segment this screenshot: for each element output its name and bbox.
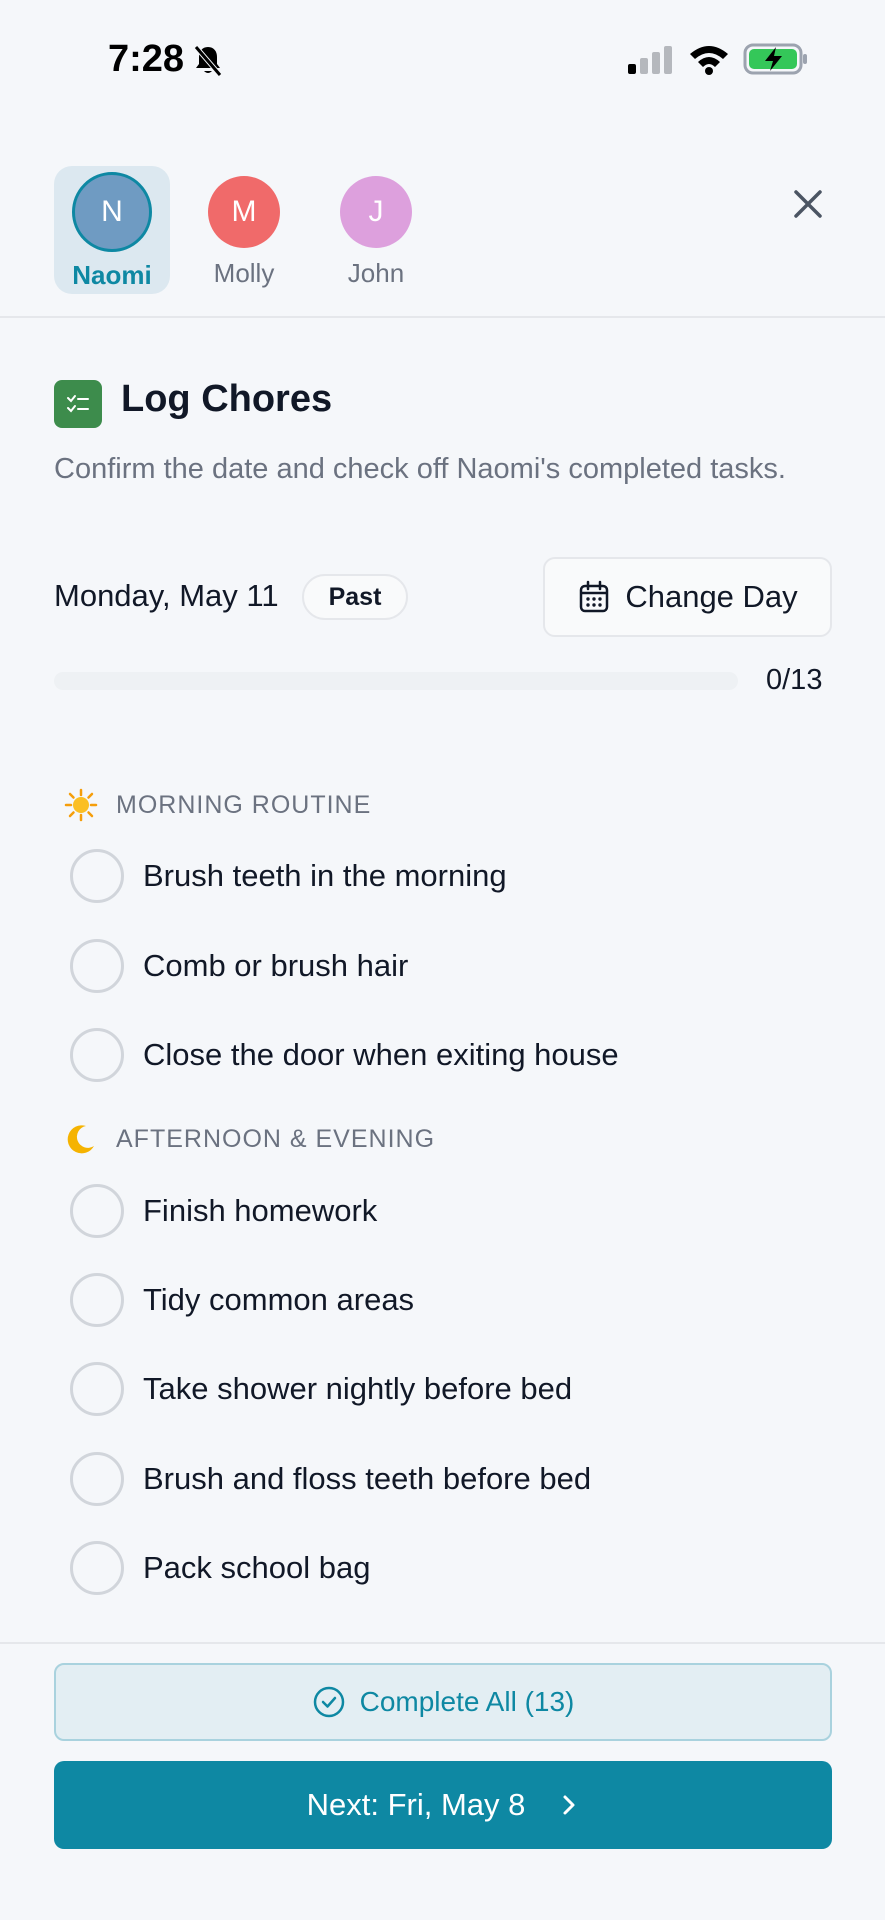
status-badge: Past xyxy=(302,574,408,620)
task-label: Tidy common areas xyxy=(143,1282,415,1317)
close-button[interactable] xyxy=(786,182,830,226)
battery-charging-icon xyxy=(743,42,809,81)
avatar: N xyxy=(72,172,152,252)
task-label: Brush and floss teeth before bed xyxy=(143,1461,592,1496)
change-day-label: Change Day xyxy=(625,579,798,614)
section-header-morning: MORNING ROUTINE xyxy=(64,785,371,825)
profile-switcher: N Naomi M Molly J John xyxy=(0,160,885,318)
avatar: M xyxy=(208,176,280,248)
complete-all-button[interactable]: Complete All (13) xyxy=(54,1663,832,1741)
page-title: Log Chores xyxy=(121,378,333,420)
cellular-signal-icon xyxy=(626,44,674,81)
task-label: Brush teeth in the morning xyxy=(143,858,507,893)
task-item[interactable]: Pack school bag xyxy=(70,1540,370,1596)
profile-john[interactable]: J John xyxy=(318,166,434,294)
task-label: Comb or brush hair xyxy=(143,948,409,983)
task-label: Pack school bag xyxy=(143,1550,371,1585)
task-checkbox[interactable] xyxy=(70,1541,124,1595)
checklist-icon xyxy=(54,380,102,428)
avatar-initial: J xyxy=(368,195,384,228)
task-label: Take shower nightly before bed xyxy=(143,1371,573,1406)
task-item[interactable]: Finish homework xyxy=(70,1183,377,1239)
task-checkbox[interactable] xyxy=(70,939,124,993)
profile-molly[interactable]: M Molly xyxy=(186,166,302,294)
task-item[interactable]: Brush teeth in the morning xyxy=(70,848,507,904)
section-header-evening: AFTERNOON & EVENING xyxy=(64,1119,435,1159)
task-item[interactable]: Comb or brush hair xyxy=(70,938,408,994)
complete-all-label: Complete All (13) xyxy=(359,1686,575,1717)
sun-icon xyxy=(64,788,98,822)
selected-date: Monday, May 11 xyxy=(54,578,279,613)
status-bar: 7:28 xyxy=(0,0,885,120)
check-circle-icon xyxy=(313,1686,344,1718)
avatar-initial: N xyxy=(101,195,123,228)
task-item[interactable]: Close the door when exiting house xyxy=(70,1027,619,1083)
task-item[interactable]: Tidy common areas xyxy=(70,1272,414,1328)
moon-icon xyxy=(64,1122,98,1156)
task-checkbox[interactable] xyxy=(70,1362,124,1416)
close-icon xyxy=(794,190,822,218)
calendar-icon xyxy=(580,580,609,613)
wifi-icon xyxy=(688,42,730,81)
section-title: AFTERNOON & EVENING xyxy=(116,1124,436,1153)
section-title: MORNING ROUTINE xyxy=(116,790,372,819)
next-day-button[interactable]: Next: Fri, May 8 xyxy=(54,1761,832,1849)
task-checkbox[interactable] xyxy=(70,1028,124,1082)
chevron-right-icon xyxy=(563,1795,575,1815)
profile-naomi[interactable]: N Naomi xyxy=(54,166,170,294)
profile-name: Molly xyxy=(213,258,275,288)
profile-name: Naomi xyxy=(72,260,152,290)
task-checkbox[interactable] xyxy=(70,1184,124,1238)
task-label: Finish homework xyxy=(143,1193,378,1228)
task-checkbox[interactable] xyxy=(70,849,124,903)
change-day-button[interactable]: Change Day xyxy=(543,557,832,637)
avatar-initial: M xyxy=(231,195,257,228)
progress-bar xyxy=(54,672,738,690)
task-item[interactable]: Take shower nightly before bed xyxy=(70,1361,572,1417)
status-time: 7:28 xyxy=(108,38,185,80)
task-item[interactable]: Brush and floss teeth before bed xyxy=(70,1451,591,1507)
profile-name: John xyxy=(347,258,405,288)
task-checkbox[interactable] xyxy=(70,1273,124,1327)
task-label: Close the door when exiting house xyxy=(143,1037,619,1072)
avatar: J xyxy=(340,176,412,248)
page-subtitle: Confirm the date and check off Naomi's c… xyxy=(54,453,786,485)
progress-count: 0/13 xyxy=(766,664,823,696)
next-day-label: Next: Fri, May 8 xyxy=(306,1787,526,1822)
divider xyxy=(0,1642,885,1644)
bell-muted-icon xyxy=(192,44,224,83)
task-checkbox[interactable] xyxy=(70,1452,124,1506)
